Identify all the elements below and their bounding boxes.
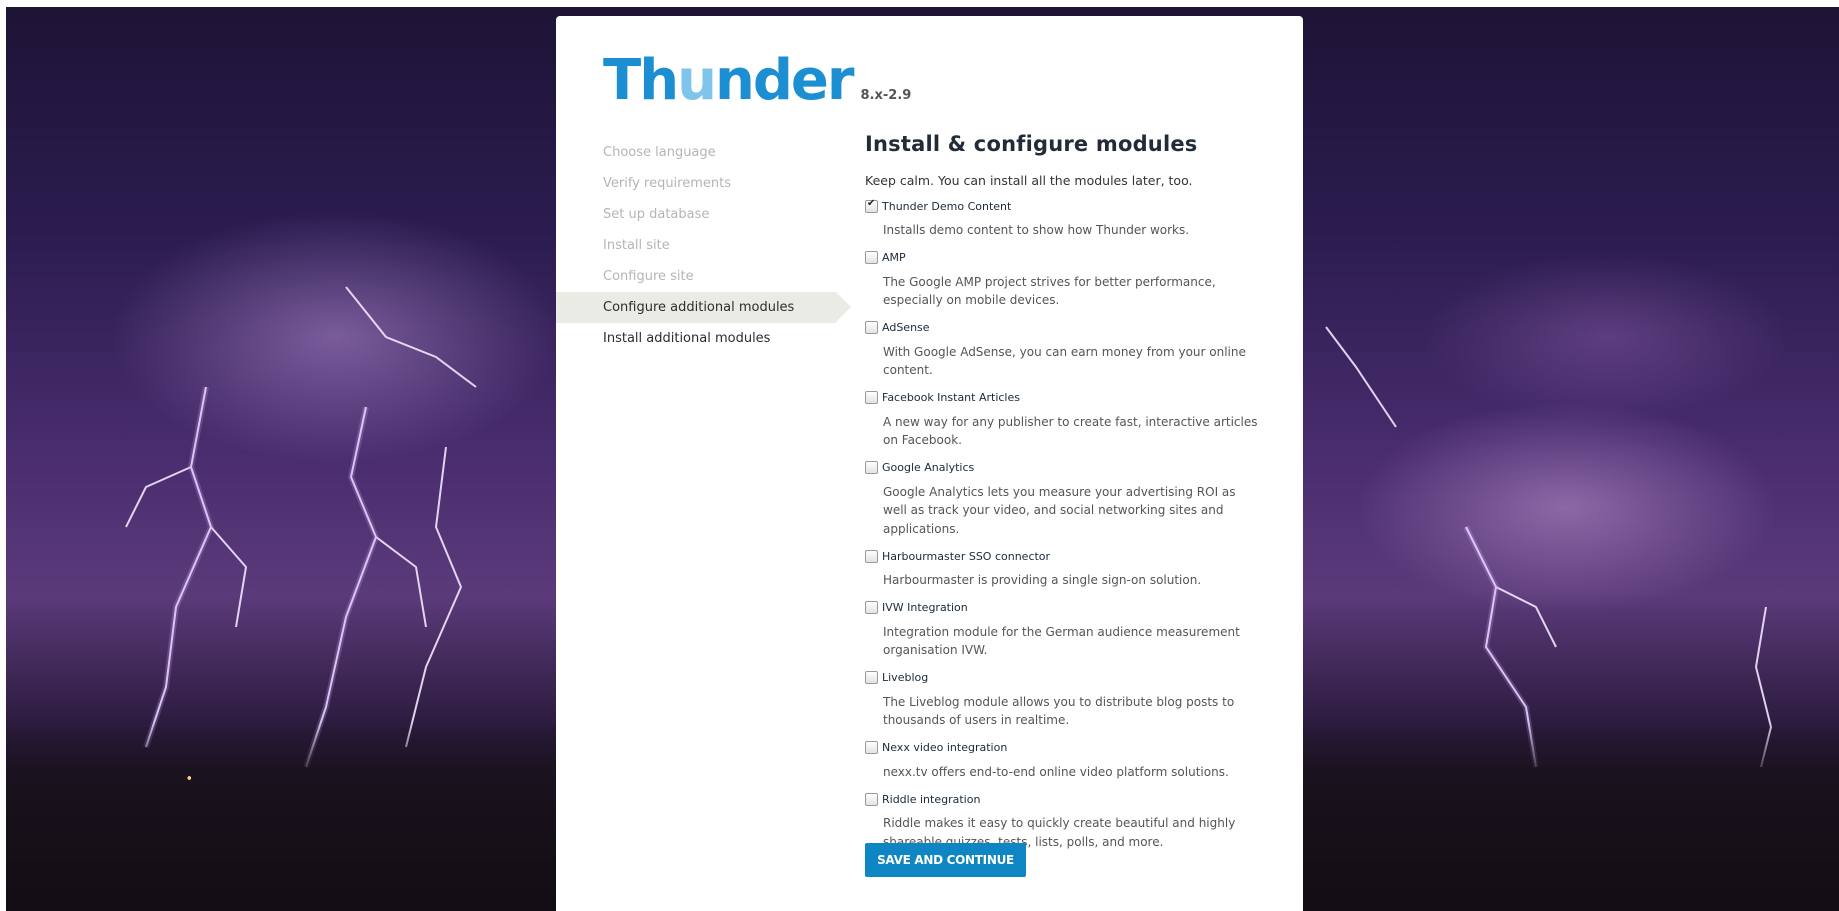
module-item-riddle: Riddle integration Riddle makes it easy … xyxy=(865,791,1265,851)
checkbox-facebook-instant-articles[interactable] xyxy=(865,391,878,404)
checkbox-harbourmaster[interactable] xyxy=(865,549,878,563)
step-install-site: Install site xyxy=(603,238,670,253)
logo-text-u: u xyxy=(677,48,717,113)
module-label[interactable]: Riddle integration xyxy=(882,793,980,806)
module-description: nexx.tv offers end-to-end online video p… xyxy=(883,764,1229,779)
module-item-amp: AMP The Google AMP project strives for b… xyxy=(865,250,1265,310)
module-item-facebook-instant-articles: Facebook Instant Articles A new way for … xyxy=(865,390,1265,450)
checkbox-nexx-video[interactable] xyxy=(865,741,878,754)
module-item-harbourmaster: Harbourmaster SSO connector Harbourmaste… xyxy=(865,548,1265,590)
step-verify-requirements: Verify requirements xyxy=(603,176,732,191)
thunder-logo: Thunder 8.x-2.9 xyxy=(603,49,911,109)
module-item-thunder-demo-content: Thunder Demo Content Installs demo conte… xyxy=(865,198,1265,240)
logo-text-suffix: nder xyxy=(714,48,855,113)
module-label[interactable]: Nexx video integration xyxy=(882,741,1007,754)
module-description: A new way for any publisher to create fa… xyxy=(883,414,1258,448)
module-label[interactable]: IVW Integration xyxy=(882,601,968,614)
module-label[interactable]: Thunder Demo Content xyxy=(882,200,1011,213)
logo-wordmark: Thunder xyxy=(603,53,855,109)
module-item-google-analytics: Google Analytics Google Analytics lets y… xyxy=(865,460,1265,539)
checkbox-thunder-demo-content[interactable] xyxy=(865,198,878,213)
checkbox-amp[interactable] xyxy=(865,251,878,264)
logo-text-prefix: Th xyxy=(603,48,679,113)
module-description: Harbourmaster is providing a single sign… xyxy=(883,573,1202,587)
module-description: With Google AdSense, you can earn money … xyxy=(883,344,1246,378)
checkbox-google-analytics[interactable] xyxy=(865,461,878,474)
checkbox-riddle[interactable] xyxy=(865,792,878,806)
step-choose-language: Choose language xyxy=(603,145,716,160)
module-label[interactable]: Facebook Instant Articles xyxy=(882,391,1020,404)
step-set-up-database: Set up database xyxy=(603,207,710,222)
step-configure-site: Configure site xyxy=(603,269,694,284)
module-description: The Liveblog module allows you to distri… xyxy=(883,694,1235,728)
module-item-ivw-integration: IVW Integration Integration module for t… xyxy=(865,600,1265,660)
checkbox-adsense[interactable] xyxy=(865,321,878,334)
installer-panel: Thunder 8.x-2.9 Choose language Verify r… xyxy=(556,16,1303,911)
module-label[interactable]: Harbourmaster SSO connector xyxy=(882,550,1050,563)
intro-text: Keep calm. You can install all the modul… xyxy=(865,173,1193,188)
save-and-continue-button[interactable]: SAVE AND CONTINUE xyxy=(865,843,1026,877)
module-label[interactable]: AMP xyxy=(882,251,906,264)
module-label[interactable]: AdSense xyxy=(882,321,930,334)
install-steps: Choose language Verify requirements Set … xyxy=(556,137,851,354)
module-item-liveblog: Liveblog The Liveblog module allows you … xyxy=(865,670,1265,730)
page-title: Install & configure modules xyxy=(865,132,1198,156)
checkbox-liveblog[interactable] xyxy=(865,671,878,684)
main-content: Install & configure modules Keep calm. Y… xyxy=(865,132,1265,851)
module-description: The Google AMP project strives for bette… xyxy=(883,274,1216,308)
module-description: Installs demo content to show how Thunde… xyxy=(883,223,1190,237)
module-description: Integration module for the German audien… xyxy=(883,624,1240,658)
step-install-additional-modules: Install additional modules xyxy=(603,331,771,346)
module-description: Google Analytics lets you measure your a… xyxy=(883,484,1236,536)
module-item-nexx-video: Nexx video integration nexx.tv offers en… xyxy=(865,740,1265,782)
module-label[interactable]: Google Analytics xyxy=(882,461,974,474)
module-label[interactable]: Liveblog xyxy=(882,671,928,684)
step-configure-additional-modules: Configure additional modules xyxy=(556,292,851,323)
module-item-adsense: AdSense With Google AdSense, you can ear… xyxy=(865,320,1265,380)
checkbox-ivw-integration[interactable] xyxy=(865,601,878,614)
version-label: 8.x-2.9 xyxy=(860,88,912,103)
